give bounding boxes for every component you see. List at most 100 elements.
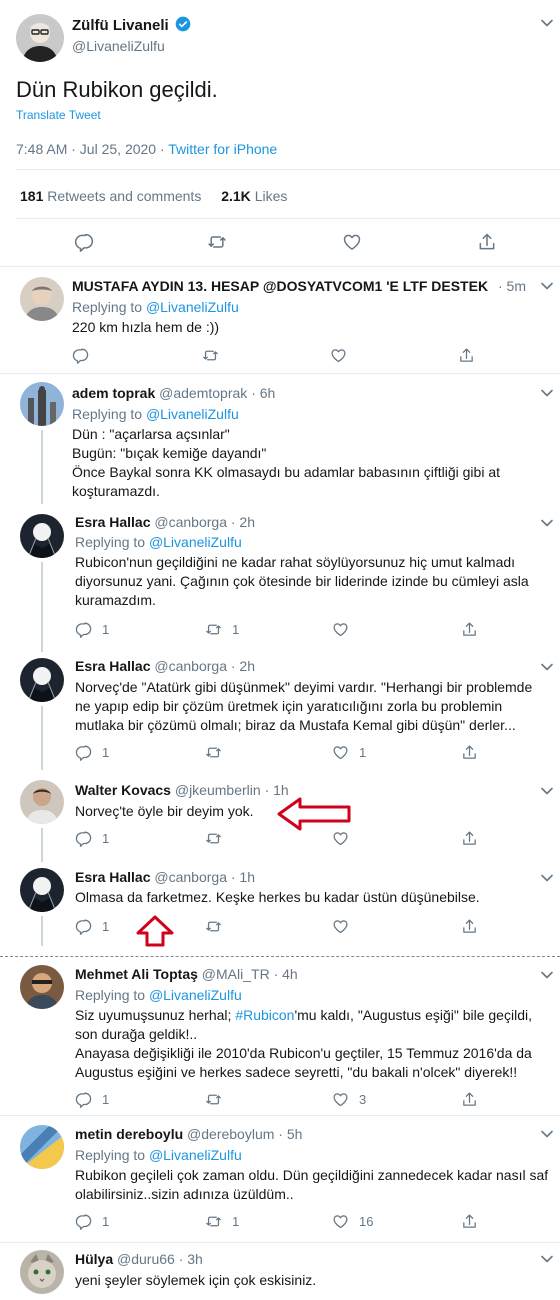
display-name[interactable]: MUSTAFA AYDIN 13. HESAP @DOSYATVCOM1 'E …: [72, 278, 488, 294]
tweet-time[interactable]: · 1h: [231, 869, 255, 885]
share-button[interactable]: [461, 1211, 478, 1231]
avatar[interactable]: [20, 1250, 64, 1294]
avatar[interactable]: [20, 965, 64, 1009]
handle[interactable]: @duru66: [117, 1251, 175, 1267]
retweet-button[interactable]: [205, 742, 222, 762]
reply-tweet[interactable]: MUSTAFA AYDIN 13. HESAP @DOSYATVCOM1 'E …: [0, 267, 560, 373]
retweet-button[interactable]: [202, 345, 219, 365]
display-name[interactable]: Mehmet Ali Toptaş: [75, 966, 198, 982]
avatar[interactable]: [20, 514, 64, 558]
reply-button[interactable]: 1: [75, 828, 109, 848]
retweets-stat[interactable]: 181 Retweets and comments: [20, 188, 201, 204]
avatar[interactable]: [20, 277, 64, 321]
handle[interactable]: @canborga: [154, 869, 227, 885]
replying-to-link[interactable]: @LivaneliZulfu: [149, 1147, 242, 1163]
share-button[interactable]: [458, 345, 475, 365]
retweet-button[interactable]: [205, 916, 222, 936]
handle[interactable]: @ademtoprak: [159, 385, 247, 401]
tweet-source[interactable]: Twitter for iPhone: [168, 141, 277, 157]
display-name[interactable]: Hülya: [75, 1251, 113, 1267]
tweet-time[interactable]: · 5m: [494, 276, 526, 296]
translate-tweet-link[interactable]: Translate Tweet: [16, 107, 101, 123]
handle[interactable]: @canborga: [154, 658, 227, 674]
avatar[interactable]: [20, 658, 64, 702]
share-button[interactable]: [461, 916, 478, 936]
handle[interactable]: @MAli_TR: [202, 966, 270, 982]
handle[interactable]: @jkeumberlin: [175, 782, 261, 798]
chevron-down-icon[interactable]: [540, 1254, 554, 1264]
retweet-button[interactable]: [205, 1089, 222, 1109]
chevron-down-icon[interactable]: [540, 18, 554, 28]
share-button[interactable]: [461, 1089, 478, 1109]
handle[interactable]: @canborga: [154, 514, 227, 530]
like-button[interactable]: [332, 916, 349, 936]
chevron-down-icon[interactable]: [540, 1129, 554, 1139]
replying-to-link[interactable]: @LivaneliZulfu: [149, 534, 242, 550]
tweet-time[interactable]: · 2h: [231, 514, 255, 530]
avatar[interactable]: [20, 1125, 64, 1169]
like-icon: [332, 918, 349, 935]
reply-tweet[interactable]: Esra Hallac @canborga · 1h Olmasa da far…: [0, 862, 560, 956]
share-button[interactable]: [461, 742, 478, 762]
like-button[interactable]: [330, 345, 347, 365]
tweet-time[interactable]: · 4h: [274, 966, 298, 982]
chevron-down-icon[interactable]: [540, 786, 554, 796]
share-button[interactable]: [477, 232, 497, 252]
replying-to-link[interactable]: @LivaneliZulfu: [149, 987, 242, 1003]
like-button[interactable]: [332, 619, 349, 639]
chevron-down-icon[interactable]: [540, 662, 554, 672]
replying-to-link[interactable]: @LivaneliZulfu: [146, 299, 239, 315]
retweet-button[interactable]: 1: [205, 1211, 239, 1231]
tweet-time[interactable]: · 2h: [231, 658, 255, 674]
reply-tweet[interactable]: Esra Hallac @canborga · 2h Replying to @…: [0, 504, 560, 652]
reply-button[interactable]: 1: [75, 619, 109, 639]
reply-button[interactable]: 1: [75, 1211, 109, 1231]
display-name[interactable]: Zülfü Livaneli: [72, 17, 169, 34]
display-name[interactable]: metin dereboylu: [75, 1126, 183, 1142]
replying-to-link[interactable]: @LivaneliZulfu: [146, 406, 239, 422]
reply-tweet[interactable]: metin dereboylu @dereboylum · 5h Replyin…: [0, 1116, 560, 1242]
avatar[interactable]: [20, 382, 64, 426]
like-button[interactable]: 1: [332, 742, 366, 762]
reply-button[interactable]: 1: [75, 1089, 109, 1109]
like-button[interactable]: [342, 232, 362, 252]
like-button[interactable]: 3: [332, 1089, 366, 1109]
chevron-down-icon[interactable]: [540, 281, 554, 291]
reply-button[interactable]: [72, 345, 89, 365]
tweet-timestamp[interactable]: 7:48 AM · Jul 25, 2020 ·: [16, 141, 168, 157]
reply-tweet[interactable]: Hülya @duru66 · 3h yeni şeyler söylemek …: [0, 1243, 560, 1300]
tweet-time[interactable]: · 3h: [179, 1251, 203, 1267]
chevron-down-icon[interactable]: [540, 873, 554, 883]
chevron-down-icon[interactable]: [540, 388, 554, 398]
like-button[interactable]: 16: [332, 1211, 373, 1231]
display-name[interactable]: Esra Hallac: [75, 869, 151, 885]
reply-button[interactable]: 1: [75, 916, 109, 936]
retweet-button[interactable]: [205, 828, 222, 848]
retweet-button[interactable]: 1: [205, 619, 239, 639]
reply-button[interactable]: 1: [75, 742, 109, 762]
share-button[interactable]: [461, 619, 478, 639]
avatar[interactable]: [16, 14, 64, 62]
reply-button[interactable]: [74, 232, 94, 252]
reply-tweet[interactable]: adem toprak @ademtoprak · 6h Replying to…: [0, 374, 560, 504]
tweet-time[interactable]: · 5h: [278, 1126, 302, 1142]
retweet-button[interactable]: [207, 232, 227, 252]
tweet-text: 220 km hızla hem de :)): [72, 319, 220, 335]
chevron-down-icon[interactable]: [540, 518, 554, 528]
display-name[interactable]: Esra Hallac: [75, 514, 151, 530]
avatar[interactable]: [20, 780, 64, 824]
share-button[interactable]: [461, 828, 478, 848]
tweet-time[interactable]: · 6h: [251, 385, 275, 401]
avatar[interactable]: [20, 868, 64, 912]
display-name[interactable]: Esra Hallac: [75, 658, 151, 674]
likes-stat[interactable]: 2.1K Likes: [221, 188, 287, 204]
hashtag-link[interactable]: #Rubicon: [235, 1007, 294, 1023]
display-name[interactable]: adem toprak: [72, 385, 155, 401]
handle[interactable]: @dereboylum: [187, 1126, 274, 1142]
display-name[interactable]: Walter Kovacs: [75, 782, 171, 798]
share-icon: [461, 1091, 478, 1108]
reply-tweet[interactable]: Mehmet Ali Toptaş @MAli_TR · 4h Replying…: [0, 957, 560, 1115]
reply-tweet[interactable]: Esra Hallac @canborga · 2h Norveç'de "At…: [0, 652, 560, 770]
chevron-down-icon[interactable]: [540, 970, 554, 980]
handle[interactable]: @LivaneliZulfu: [72, 36, 165, 56]
